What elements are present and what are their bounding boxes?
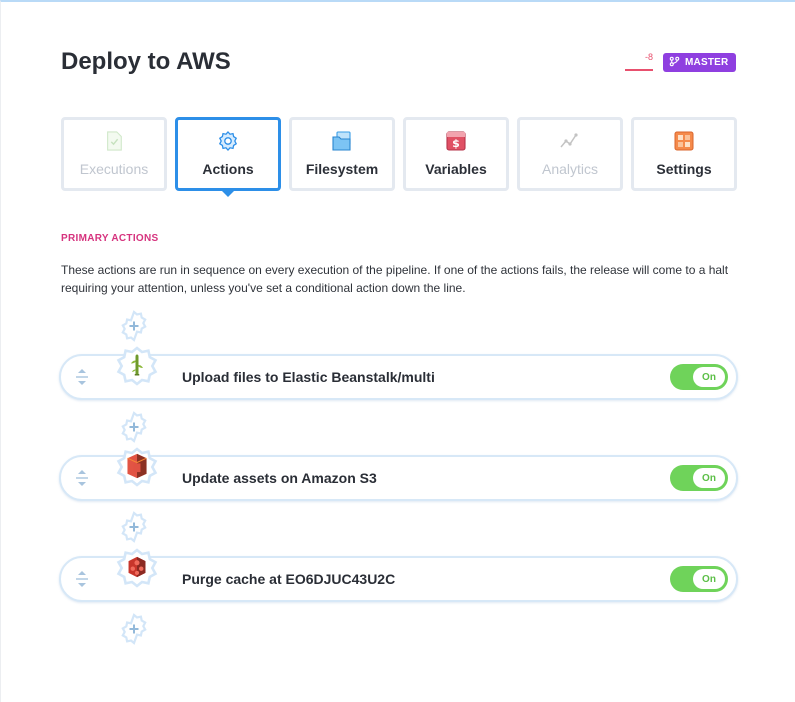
- pipeline-page: Deploy to AWS -8 MASTER Executions Actio…: [0, 0, 795, 702]
- toggle-label: On: [693, 367, 725, 387]
- tab-settings[interactable]: Settings: [631, 117, 737, 191]
- tab-label: Settings: [656, 161, 712, 177]
- action-name: Update assets on Amazon S3: [182, 470, 377, 486]
- dollar-sign-icon: $: [445, 130, 467, 152]
- grid-tiles-icon: [673, 130, 695, 152]
- document-check-icon: [103, 130, 125, 152]
- line-chart-icon: [559, 130, 581, 152]
- action-enabled-toggle[interactable]: On: [670, 465, 728, 491]
- toggle-label: On: [693, 569, 725, 589]
- tab-analytics[interactable]: Analytics: [517, 117, 623, 191]
- branch-label: MASTER: [685, 57, 729, 68]
- pipeline-tabs: Executions Actions Filesystem $ Variable…: [61, 117, 737, 191]
- tab-variables[interactable]: $ Variables: [403, 117, 509, 191]
- tab-label: Filesystem: [305, 161, 379, 177]
- page-title: Deploy to AWS: [61, 48, 231, 75]
- sparkline-value: -8: [644, 52, 653, 62]
- folder-icon: [331, 130, 353, 152]
- action-enabled-toggle[interactable]: On: [670, 364, 728, 390]
- tab-label: Variables: [425, 161, 487, 177]
- action-enabled-toggle[interactable]: On: [670, 566, 728, 592]
- branch-badge[interactable]: MASTER: [663, 53, 737, 72]
- elastic-beanstalk-icon: [121, 349, 153, 381]
- drag-handle-icon[interactable]: [75, 368, 89, 386]
- action-name: Purge cache at EO6DJUC43U2C: [182, 571, 396, 587]
- drag-handle-icon[interactable]: [75, 469, 89, 487]
- section-label-primary-actions: PRIMARY ACTIONS: [61, 233, 159, 244]
- sparkline-line: [625, 69, 653, 71]
- action-card[interactable]: Upload files to Elastic Beanstalk/multi …: [59, 346, 738, 400]
- section-description: These actions are run in sequence on eve…: [61, 263, 729, 295]
- sparkline-chart: -8: [623, 52, 655, 72]
- tab-label: Executions: [79, 161, 149, 177]
- tab-filesystem[interactable]: Filesystem: [289, 117, 395, 191]
- action-name: Upload files to Elastic Beanstalk/multi: [182, 369, 435, 385]
- svg-text:$: $: [452, 137, 460, 150]
- amazon-s3-icon: [121, 450, 153, 482]
- add-action-button[interactable]: [117, 612, 151, 646]
- tab-executions[interactable]: Executions: [61, 117, 167, 191]
- gear-icon: [217, 130, 239, 152]
- tab-actions[interactable]: Actions: [175, 117, 281, 191]
- action-card[interactable]: Update assets on Amazon S3 On: [59, 447, 738, 501]
- branch-icon: [669, 56, 680, 70]
- tab-label: Analytics: [541, 161, 599, 177]
- drag-handle-icon[interactable]: [75, 570, 89, 588]
- cloudfront-icon: [121, 551, 153, 583]
- tab-label: Actions: [202, 161, 254, 177]
- action-card[interactable]: Purge cache at EO6DJUC43U2C On: [59, 548, 738, 602]
- toggle-label: On: [693, 468, 725, 488]
